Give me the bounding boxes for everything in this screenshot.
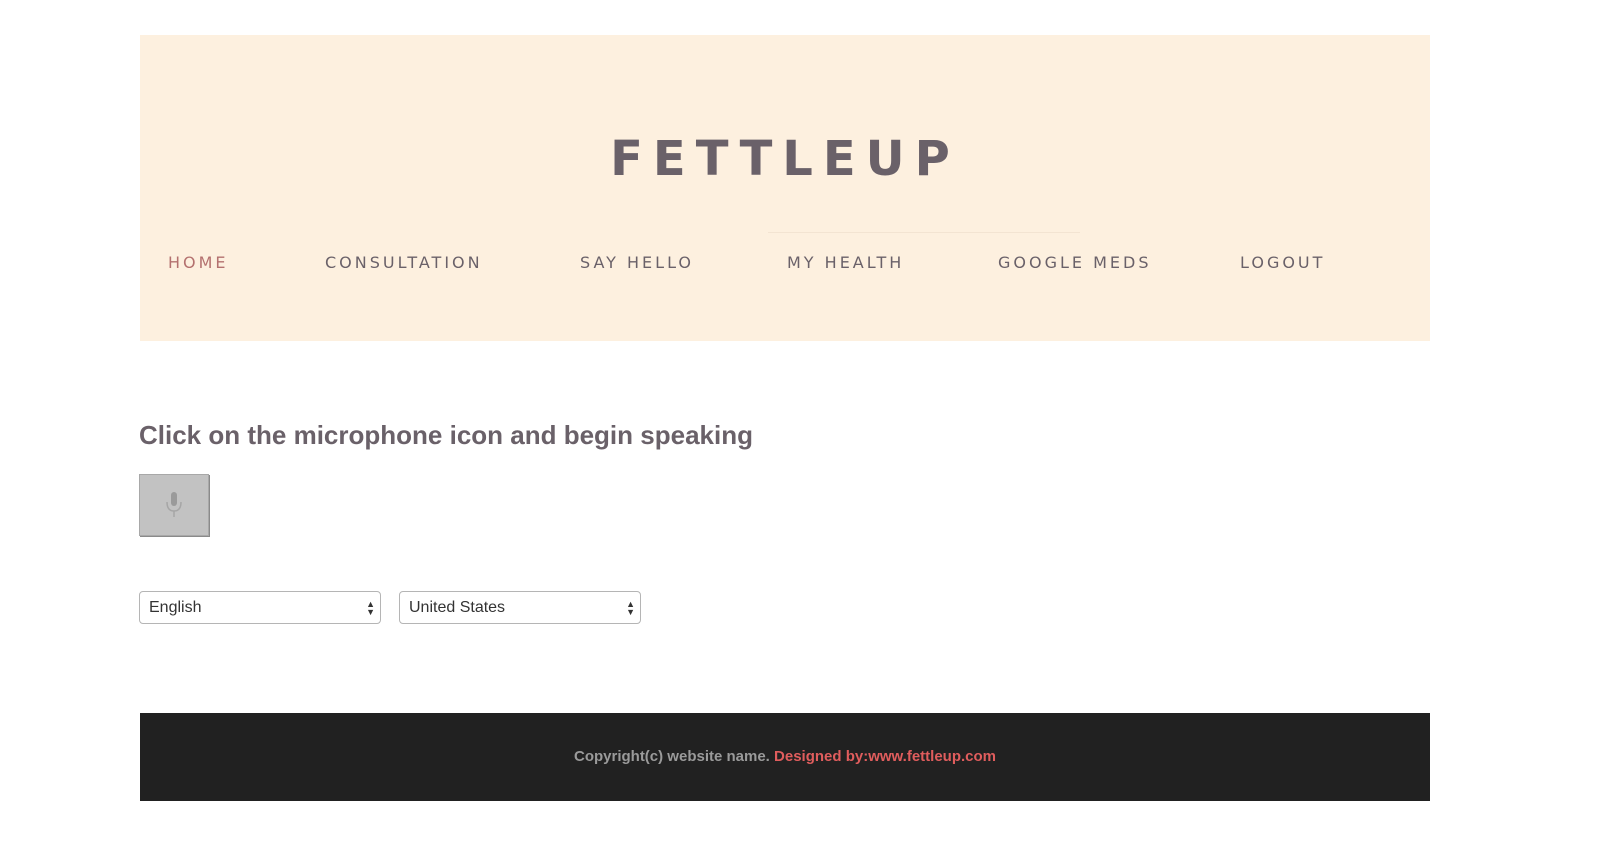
site-footer: Copyright(c) website name. Designed by:w… (140, 713, 1430, 801)
page-title: Click on the microphone icon and begin s… (139, 420, 753, 450)
footer-copyright: Copyright(c) website name. (573, 748, 770, 765)
footer-credit-link[interactable]: Designed by:www.fettleup.com (774, 748, 996, 765)
nav-google-meds[interactable]: GOOGLE MEDS (998, 253, 1151, 273)
language-select-value: English (149, 599, 202, 616)
dialect-select-value: United States (409, 599, 506, 616)
nav-home[interactable]: HOME (168, 253, 229, 273)
nav-logout[interactable]: LOGOUT (1240, 253, 1325, 273)
nav-consultation[interactable]: CONSULTATION (325, 253, 483, 273)
select-arrows-icon: ▲ ▼ (626, 598, 635, 617)
language-select[interactable]: English ▲ ▼ (139, 591, 381, 624)
site-header: FETTLEUP HOME CONSULTATION SAY HELLO MY … (140, 35, 1430, 341)
microphone-icon (166, 492, 182, 517)
microphone-button[interactable] (139, 474, 209, 536)
nav-say-hello[interactable]: SAY HELLO (580, 253, 694, 273)
dialect-select[interactable]: United States ▲ ▼ (399, 591, 641, 624)
select-arrows-icon: ▲ ▼ (366, 598, 375, 617)
site-logo[interactable]: FETTLEUP (140, 135, 1430, 183)
logo-divider (768, 232, 1080, 233)
nav-my-health[interactable]: MY HEALTH (787, 253, 904, 273)
